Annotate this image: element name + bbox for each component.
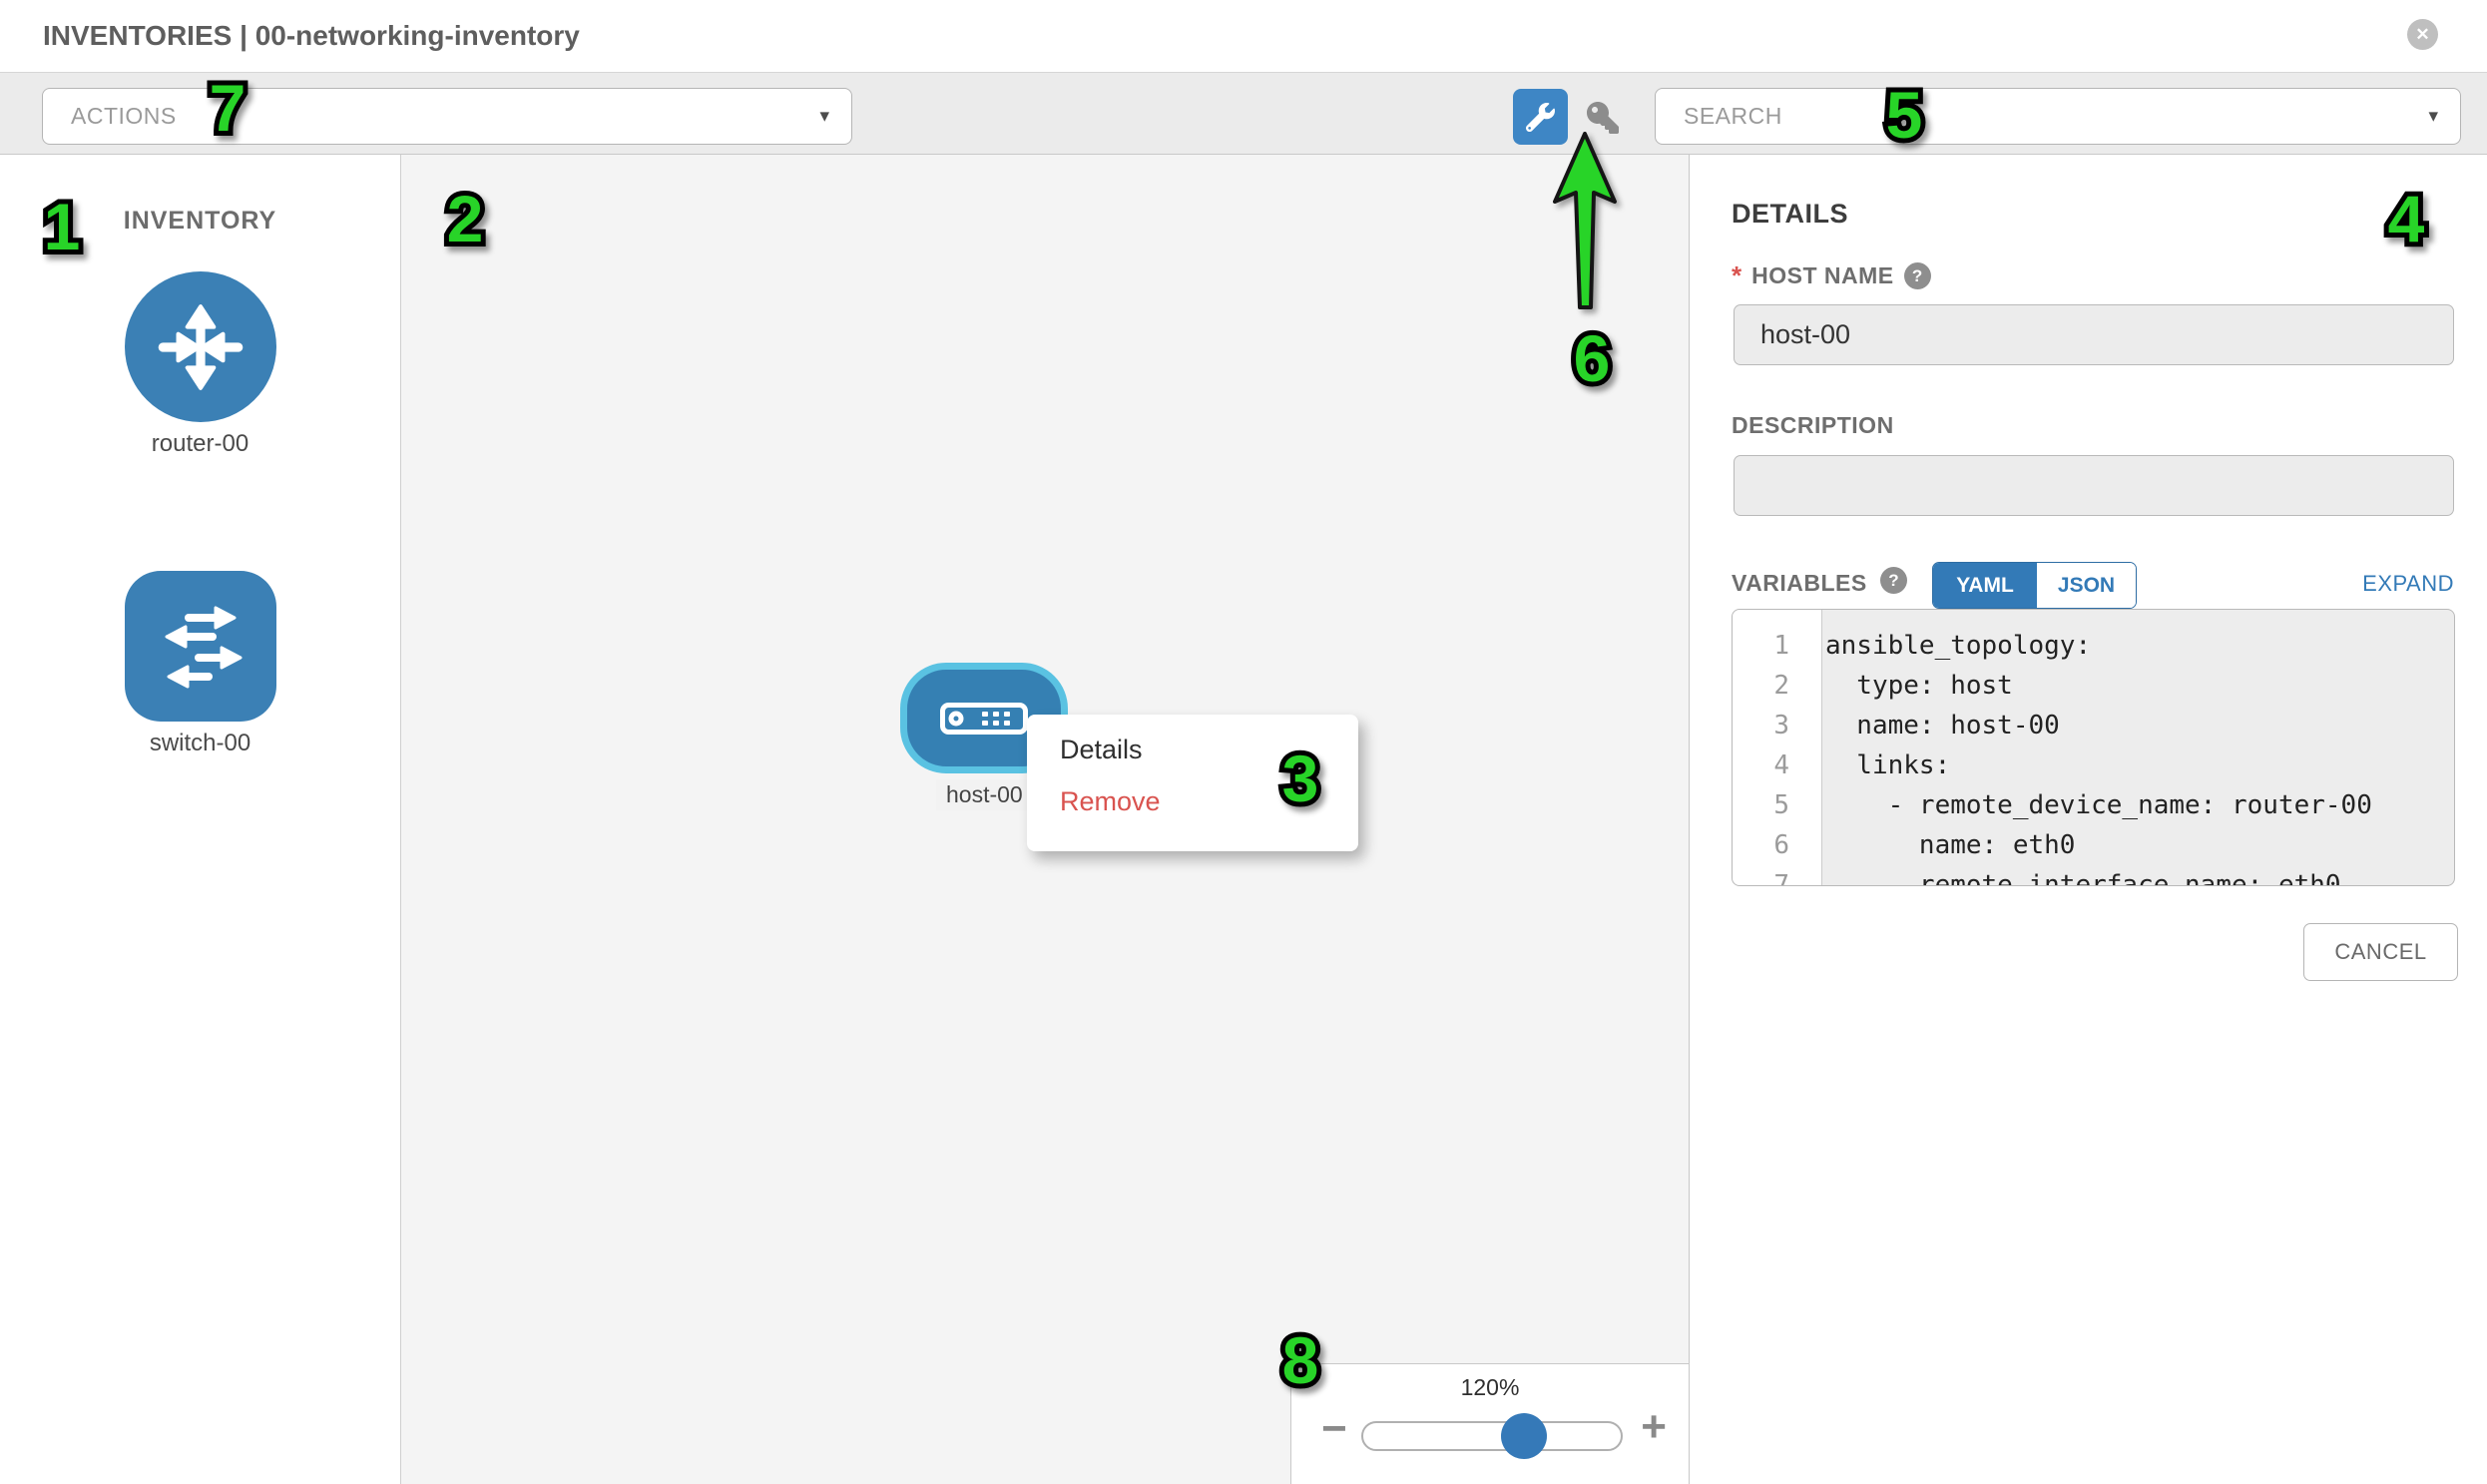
- code-line: 5 - remote_device_name: router-00: [1733, 785, 2454, 825]
- code-line: 3 name: host-00: [1733, 706, 2454, 745]
- tab-json[interactable]: JSON: [2037, 563, 2136, 608]
- key-button[interactable]: [1586, 102, 1622, 136]
- zoom-slider-track[interactable]: [1361, 1421, 1623, 1451]
- zoom-in-button[interactable]: +: [1641, 1402, 1667, 1452]
- actions-dropdown-label: ACTIONS: [71, 89, 177, 144]
- host-name-input[interactable]: [1734, 304, 2454, 365]
- actions-dropdown[interactable]: ACTIONS ▾: [42, 88, 852, 145]
- router-icon: [150, 296, 251, 398]
- tab-yaml[interactable]: YAML: [1933, 563, 2037, 608]
- code-line: 4 links:: [1733, 745, 2454, 785]
- host-name-label-row: * HOST NAME ?: [1732, 260, 1931, 291]
- host-name-label: HOST NAME: [1751, 262, 1894, 289]
- chevron-down-icon: ▾: [819, 89, 829, 144]
- required-marker: *: [1732, 260, 1741, 291]
- host-icon: [940, 703, 1028, 735]
- code-line: 2 type: host: [1733, 666, 2454, 706]
- code-line: 6 name: eth0: [1733, 825, 2454, 865]
- details-title: DETAILS: [1732, 199, 1848, 230]
- context-menu: Details Remove: [1027, 715, 1358, 851]
- breadcrumb: INVENTORIES | 00-networking-inventory: [43, 0, 580, 72]
- inventory-sidebar: INVENTORY router-00: [0, 155, 401, 1484]
- zoom-slider-handle[interactable]: [1501, 1413, 1547, 1459]
- device-label-router: router-00: [0, 430, 400, 458]
- search-dropdown-label: SEARCH: [1684, 89, 1782, 144]
- help-icon[interactable]: ?: [1880, 567, 1907, 594]
- expand-link[interactable]: EXPAND: [2362, 571, 2454, 597]
- search-dropdown[interactable]: SEARCH ▾: [1655, 88, 2461, 145]
- cancel-button[interactable]: CANCEL: [2303, 923, 2458, 981]
- device-label-switch: switch-00: [0, 730, 400, 757]
- wrench-icon: [1526, 103, 1555, 132]
- description-label-row: DESCRIPTION: [1732, 412, 1894, 439]
- switch-icon: [151, 597, 250, 697]
- variables-code-editor[interactable]: 1ansible_topology: 2 type: host 3 name: …: [1732, 609, 2455, 886]
- close-icon[interactable]: ✕: [2407, 19, 2438, 50]
- sidebar-title: INVENTORY: [0, 207, 400, 236]
- description-label: DESCRIPTION: [1732, 412, 1894, 439]
- topology-canvas[interactable]: host-00 Details Remove 120% − +: [401, 155, 1690, 1484]
- details-panel: DETAILS * HOST NAME ? DESCRIPTION VARIAB…: [1691, 155, 2487, 1484]
- description-input[interactable]: [1734, 455, 2454, 516]
- key-icon: [1586, 102, 1620, 134]
- zoom-out-button[interactable]: −: [1321, 1404, 1347, 1454]
- variables-format-toggle: YAML JSON: [1932, 562, 2137, 609]
- device-router-00[interactable]: [125, 271, 276, 422]
- code-line: 7 remote_interface_name: eth0: [1733, 865, 2454, 886]
- help-icon[interactable]: ?: [1904, 262, 1931, 289]
- variables-label: VARIABLES: [1732, 570, 1867, 597]
- host-node-label: host-00: [936, 779, 1033, 810]
- chevron-down-icon: ▾: [2428, 89, 2438, 144]
- code-line: 1ansible_topology:: [1733, 626, 2454, 666]
- zoom-control-panel: 120% − +: [1290, 1363, 1690, 1484]
- context-menu-item-remove[interactable]: Remove: [1060, 786, 1358, 817]
- toolbar: ACTIONS ▾ SEARCH ▾: [0, 72, 2487, 155]
- device-switch-00[interactable]: [125, 571, 276, 722]
- header: INVENTORIES | 00-networking-inventory ✕: [0, 0, 2487, 72]
- zoom-level-value: 120%: [1291, 1374, 1689, 1401]
- inventory-topology-page: INVENTORIES | 00-networking-inventory ✕ …: [0, 0, 2487, 1484]
- toolbox-button[interactable]: [1513, 89, 1568, 145]
- context-menu-item-details[interactable]: Details: [1060, 735, 1358, 765]
